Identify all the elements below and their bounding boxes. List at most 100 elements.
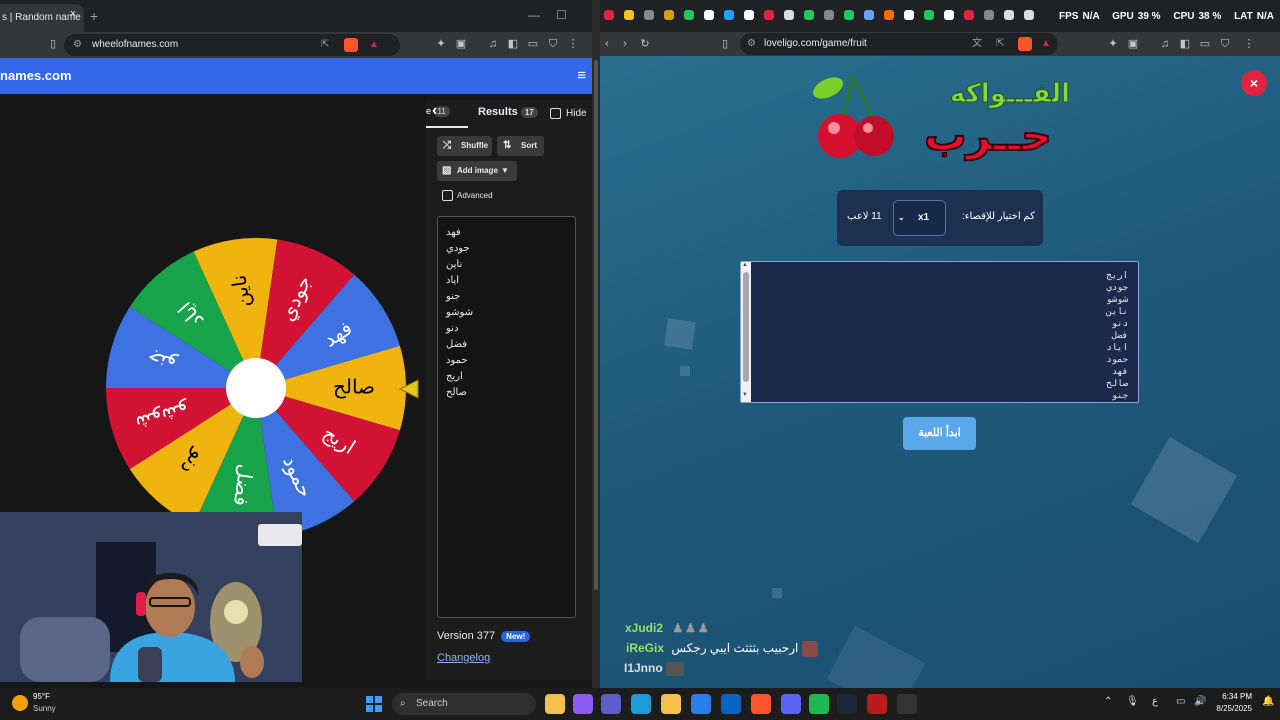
network-icon[interactable]: ▭ (1176, 696, 1185, 707)
sidebar-icon[interactable]: ◧ (1178, 37, 1192, 51)
pinned-tab-favicon-icon[interactable] (704, 10, 714, 20)
forward-icon[interactable]: › (618, 37, 632, 51)
edge-icon[interactable] (631, 694, 651, 714)
pinned-tab-favicon-icon[interactable] (924, 10, 934, 20)
scrollbar-thumb[interactable] (594, 60, 598, 590)
tab-close-icon[interactable]: × (66, 4, 80, 24)
translate-icon[interactable]: 文 (972, 33, 982, 55)
reload-icon[interactable]: ↻ (638, 37, 652, 51)
pinned-tab-favicon-icon[interactable] (604, 10, 614, 20)
media-icon[interactable]: ♫ (1158, 37, 1172, 51)
pinned-tab-favicon-icon[interactable] (844, 10, 854, 20)
entries-textbox[interactable]: فهد جودي ناين اياد جنو شوشو دنو فضل حمود… (437, 216, 576, 618)
screenshot-icon[interactable]: ▣ (1126, 37, 1140, 51)
brave-rewards-icon[interactable]: ▲ (1041, 33, 1051, 55)
teams-icon[interactable] (601, 694, 621, 714)
pinned-tab-favicon-icon[interactable] (1004, 10, 1014, 20)
sort-button[interactable]: ⇅ Sort (497, 136, 544, 156)
brave-rewards-icon[interactable]: ▲ (369, 34, 379, 56)
screenshot-icon[interactable]: ▣ (454, 37, 468, 51)
start-game-button[interactable]: ابدأ اللعبة (903, 417, 976, 450)
brave-shield-icon[interactable] (1018, 37, 1032, 51)
sidebar-icon[interactable]: ◧ (506, 37, 520, 51)
extensions-icon[interactable]: ✦ (434, 37, 448, 51)
maximize-icon[interactable]: ☐ (556, 8, 567, 22)
wallet-icon[interactable]: ▭ (526, 37, 540, 51)
weather-sun-icon[interactable] (12, 695, 28, 711)
share-icon[interactable]: ⇱ (321, 34, 329, 56)
spotify-icon[interactable] (809, 694, 829, 714)
tray-chevron-icon[interactable]: ⌃ (1104, 696, 1112, 707)
pinned-tab-favicon-icon[interactable] (984, 10, 994, 20)
pinned-tab-favicon-icon[interactable] (824, 10, 834, 20)
obs-icon[interactable] (897, 694, 917, 714)
share-icon[interactable]: ⇱ (996, 33, 1004, 55)
collapse-chevron-icon[interactable]: ‹ (432, 102, 437, 120)
entries-tab[interactable]: e 11 (426, 106, 450, 118)
names-scrollbar[interactable]: ▲ ▼ (741, 262, 751, 402)
pinned-tab-favicon-icon[interactable] (784, 10, 794, 20)
clock-time[interactable]: 6:34 PM (1212, 692, 1252, 701)
add-image-button[interactable]: ▨ Add image ▼ (437, 161, 517, 181)
pinned-tab-favicon-icon[interactable] (864, 10, 874, 20)
site-brand[interactable]: names.com (0, 68, 72, 83)
shuffle-button[interactable]: ⤮ Shuffle (437, 136, 492, 156)
media-icon[interactable]: ♫ (486, 37, 500, 51)
hide-checkbox[interactable] (550, 108, 561, 119)
site-info-icon[interactable]: ⚙ (73, 34, 82, 56)
bookmark-icon[interactable]: ▯ (46, 37, 60, 51)
notifications-icon[interactable]: 🔔 (1262, 696, 1274, 707)
bookmark-icon[interactable]: ▯ (718, 37, 732, 51)
minimize-icon[interactable]: — (528, 8, 540, 22)
pinned-tab-favicon-icon[interactable] (744, 10, 754, 20)
brave-icon[interactable] (751, 694, 771, 714)
wallet-icon[interactable]: ▭ (1198, 37, 1212, 51)
pinned-tab-favicon-icon[interactable] (624, 10, 634, 20)
extensions-icon[interactable]: ✦ (1106, 37, 1120, 51)
site-info-icon[interactable]: ⚙ (747, 33, 756, 55)
pinned-tab-favicon-icon[interactable] (1024, 10, 1034, 20)
file-explorer-icon[interactable] (545, 694, 565, 714)
pinned-tab-favicon-icon[interactable] (724, 10, 734, 20)
hamburger-menu-icon[interactable]: ≡ (577, 67, 586, 84)
pinned-tab-favicon-icon[interactable] (764, 10, 774, 20)
address-bar[interactable]: ⚙ loveligo.com/game/fruit 文 ⇱ ▲ (740, 33, 1058, 55)
pinned-tab-favicon-icon[interactable] (644, 10, 654, 20)
pinned-tab-favicon-icon[interactable] (804, 10, 814, 20)
more-menu-icon[interactable]: ⋮ (566, 37, 580, 51)
elimination-count-select[interactable]: ⌄ x1 (893, 200, 946, 236)
names-scrollbar-thumb[interactable] (743, 272, 749, 382)
window-divider[interactable] (592, 0, 600, 688)
volume-icon[interactable]: 🔊 (1194, 696, 1206, 707)
weather-desc[interactable]: Sunny (33, 704, 56, 713)
new-tab-button[interactable]: + (90, 8, 98, 24)
clock-date[interactable]: 8/25/2025 (1208, 704, 1252, 713)
copilot-icon[interactable] (573, 694, 593, 714)
folder-icon[interactable] (661, 694, 681, 714)
mic-icon[interactable]: 🎙 (1126, 696, 1139, 707)
pinned-tab-favicon-icon[interactable] (664, 10, 674, 20)
store-icon[interactable] (691, 694, 711, 714)
close-game-icon[interactable]: × (1241, 70, 1267, 96)
voicemeeter-icon[interactable] (867, 694, 887, 714)
changelog-link[interactable]: Changelog (437, 652, 490, 664)
address-bar[interactable]: ⚙ wheelofnames.com ⇱ ▲ (64, 34, 400, 56)
pinned-tab-favicon-icon[interactable] (904, 10, 914, 20)
pinned-tab-favicon-icon[interactable] (964, 10, 974, 20)
language-indicator[interactable]: ع (1152, 696, 1158, 707)
steam-icon[interactable] (837, 694, 857, 714)
back-icon[interactable]: ‹ (600, 37, 614, 51)
wheel-center[interactable] (226, 358, 286, 418)
discord-icon[interactable] (781, 694, 801, 714)
outlook-icon[interactable] (721, 694, 741, 714)
vpn-icon[interactable]: ⛉ (546, 37, 560, 51)
brave-shield-icon[interactable] (344, 38, 358, 52)
scroll-down-icon[interactable]: ▼ (742, 392, 748, 398)
pinned-tab-favicon-icon[interactable] (944, 10, 954, 20)
name-wheel[interactable]: صالحاريجحمودفضلدنوشوشوجنوايادناين جوديفهد (106, 238, 406, 538)
player-names-textarea[interactable]: ▲ ▼ اريج جودي شوشو ناين دنو فضل اياد حمو… (740, 261, 1139, 403)
pinned-tab-favicon-icon[interactable] (684, 10, 694, 20)
weather-temp[interactable]: 95°F (33, 692, 50, 701)
results-tab[interactable]: Results 17 (478, 106, 538, 118)
advanced-checkbox[interactable] (442, 190, 453, 201)
